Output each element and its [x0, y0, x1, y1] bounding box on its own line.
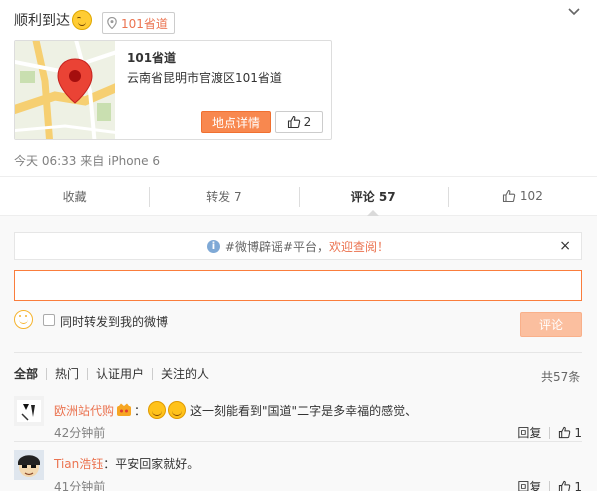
thumbs-up-icon[interactable]	[558, 480, 571, 491]
post-text: 顺利到达	[14, 10, 92, 30]
comment-line: 欧洲站代购 ： 这一刻能看到"国道"二字是多幸福的感觉、	[54, 401, 417, 419]
repost-checkbox-label[interactable]: 同时转发到我的微博	[60, 313, 168, 330]
divider	[14, 352, 582, 353]
location-like-count: 2	[303, 115, 312, 129]
reply-button[interactable]: 回复	[517, 478, 541, 491]
submit-comment-button[interactable]: 评论	[520, 312, 582, 337]
comment-input[interactable]	[14, 270, 582, 301]
thumbs-up-icon[interactable]	[558, 426, 571, 439]
filter-hot[interactable]: 热门	[46, 368, 87, 380]
comment-text: 这一刻能看到"国道"二字是多幸福的感觉、	[190, 403, 418, 418]
post-text-content: 顺利到达	[14, 13, 70, 29]
location-like-button[interactable]: 2	[275, 111, 323, 133]
avatar[interactable]	[14, 396, 44, 426]
notice-banner: i #微博辟谣#平台， 欢迎查阅！ ×	[14, 232, 582, 260]
comment-tab[interactable]: 评论 57	[298, 177, 448, 216]
thumbs-up-icon	[287, 115, 300, 129]
close-icon[interactable]: ×	[559, 238, 571, 254]
user-avatar-image	[14, 396, 44, 426]
grin-emoji-icon	[148, 401, 167, 419]
like-button[interactable]: 102	[447, 177, 597, 215]
comment-text: 平安回家就好。	[115, 457, 200, 471]
comment-username[interactable]: Tian浩钰	[54, 455, 103, 472]
vip-badge-icon[interactable]	[116, 403, 132, 417]
notice-link[interactable]: 欢迎查阅！	[329, 238, 389, 255]
repost-button[interactable]: 转发 7	[149, 177, 298, 215]
comment-like-count: 1	[574, 425, 582, 440]
reply-button[interactable]: 回复	[517, 424, 541, 441]
location-title: 101省道	[127, 51, 177, 65]
comment-filters: 全部 热门 认证用户 关注的人	[14, 368, 217, 380]
comment-total: 共57条	[541, 370, 581, 384]
repost-label: 转发 7	[206, 189, 242, 204]
map-image	[15, 41, 115, 139]
comment-actions: 回复 1	[517, 478, 582, 491]
smile-emoji-icon	[72, 10, 92, 30]
favorite-button[interactable]: 收藏	[0, 177, 149, 215]
chevron-down-icon[interactable]	[567, 6, 581, 18]
action-bar: 收藏 转发 7 评论 57 102	[0, 176, 597, 216]
location-detail-button[interactable]: 地点详情	[201, 111, 271, 133]
location-pin-icon	[107, 17, 117, 29]
comment-time: 41分钟前	[54, 480, 106, 491]
filter-all[interactable]: 全部	[14, 368, 46, 380]
user-avatar-image	[14, 450, 44, 480]
location-address: 云南省昆明市官渡区101省道	[127, 71, 282, 85]
filter-following[interactable]: 关注的人	[152, 368, 217, 380]
comment-like-count: 1	[574, 479, 582, 491]
location-tag-label: 101省道	[121, 16, 168, 31]
filter-verified[interactable]: 认证用户	[87, 368, 152, 380]
emoji-picker-icon[interactable]	[14, 310, 33, 329]
grin-emoji-icon	[168, 401, 187, 419]
avatar[interactable]	[14, 450, 44, 480]
comment-actions: 回复 1	[517, 424, 582, 441]
comment-line: Tian浩钰 ： 平安回家就好。	[54, 455, 200, 472]
post-meta: 今天 06:33 来自 iPhone 6	[14, 154, 160, 168]
info-icon: i	[206, 239, 220, 253]
location-tag[interactable]: 101省道	[102, 12, 175, 34]
comment-item: 欧洲站代购 ： 这一刻能看到"国道"二字是多幸福的感觉、 42分钟前 回复 1	[14, 396, 582, 444]
comment-time: 42分钟前	[54, 426, 106, 440]
repost-checkbox[interactable]	[43, 314, 55, 326]
notice-text: #微博辟谣#平台，	[224, 239, 330, 254]
location-card[interactable]: 101省道 云南省昆明市官渡区101省道 地点详情 2	[14, 40, 332, 140]
comment-item: Tian浩钰 ： 平安回家就好。 41分钟前 回复 1	[14, 450, 582, 491]
like-count: 102	[519, 189, 543, 203]
thumbs-up-icon	[502, 189, 516, 203]
favorite-label: 收藏	[62, 189, 87, 204]
comment-username[interactable]: 欧洲站代购	[54, 402, 114, 419]
comment-label: 评论 57	[350, 189, 396, 204]
map-thumbnail[interactable]	[15, 41, 115, 139]
divider	[14, 441, 582, 442]
